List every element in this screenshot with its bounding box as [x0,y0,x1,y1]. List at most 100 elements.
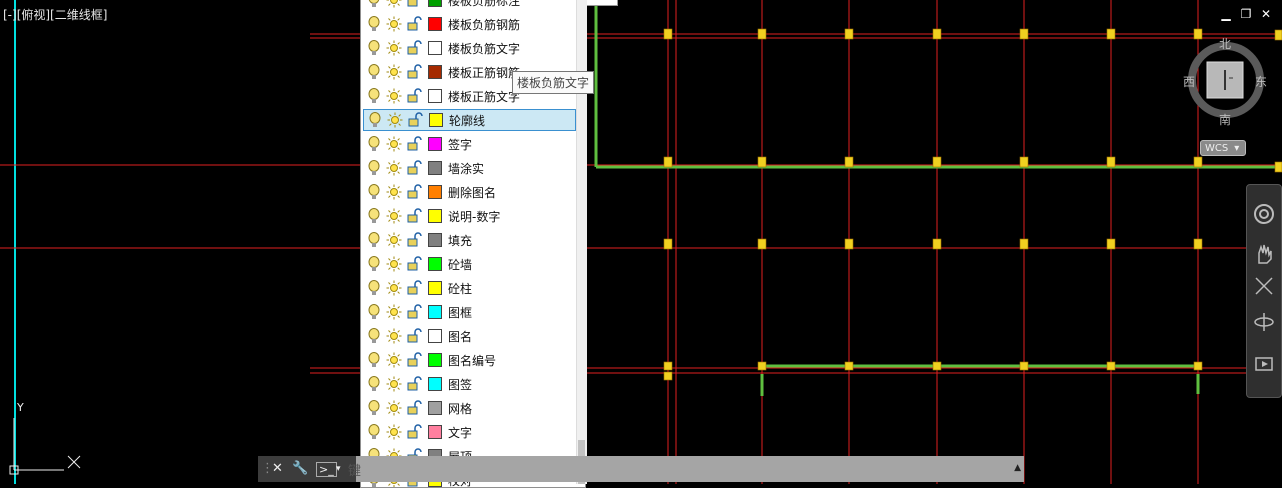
pan-hand-icon[interactable] [1253,243,1275,265]
column-mark[interactable] [664,372,672,380]
compass-south[interactable]: 南 [1219,111,1231,128]
lightbulb-icon[interactable] [365,423,383,441]
column-mark[interactable] [664,157,672,167]
column-mark[interactable] [1194,362,1202,370]
lightbulb-icon[interactable] [365,183,383,201]
layer-item[interactable]: 填充 [363,229,576,251]
compass-east[interactable]: 东 [1255,73,1267,90]
layer-item[interactable]: 轮廓线 [363,109,576,131]
command-input[interactable]: 键 [348,460,361,479]
command-prompt-icon[interactable]: >_ [316,462,337,477]
orbit-icon[interactable] [1253,311,1275,333]
unlock-icon[interactable] [405,375,423,393]
column-mark[interactable] [664,239,672,249]
layer-item[interactable]: 删除图名 [363,181,576,203]
showmotion-icon[interactable] [1253,353,1275,375]
sun-icon[interactable] [385,327,403,345]
layer-color-swatch[interactable] [428,353,442,367]
sun-icon[interactable] [385,0,403,9]
column-mark[interactable] [845,362,853,370]
layer-color-swatch[interactable] [428,281,442,295]
unlock-icon[interactable] [405,279,423,297]
column-mark[interactable] [1107,29,1115,39]
lightbulb-icon[interactable] [365,63,383,81]
lightbulb-icon[interactable] [365,231,383,249]
lightbulb-icon[interactable] [365,135,383,153]
column-mark[interactable] [1275,30,1282,40]
layer-item[interactable]: 网格 [363,397,576,419]
sun-icon[interactable] [385,279,403,297]
column-mark[interactable] [845,239,853,249]
sun-icon[interactable] [385,423,403,441]
unlock-icon[interactable] [405,135,423,153]
layer-color-swatch[interactable] [428,209,442,223]
unlock-icon[interactable] [405,87,423,105]
layer-color-swatch[interactable] [429,113,443,127]
layer-color-swatch[interactable] [428,161,442,175]
layer-item[interactable]: 图签 [363,373,576,395]
layer-item[interactable]: 图框 [363,301,576,323]
unlock-icon[interactable] [405,159,423,177]
unlock-icon[interactable] [406,111,424,129]
chevron-up-icon[interactable]: ▲ [1014,463,1021,473]
sun-icon[interactable] [385,255,403,273]
column-mark[interactable] [845,29,853,39]
layer-item[interactable]: 楼板负筋文字 [363,37,576,59]
lightbulb-icon[interactable] [365,303,383,321]
layer-color-swatch[interactable] [428,137,442,151]
unlock-icon[interactable] [405,63,423,81]
compass-west[interactable]: 西 [1183,73,1195,90]
sun-icon[interactable] [385,399,403,417]
column-mark[interactable] [1107,239,1115,249]
unlock-icon[interactable] [405,423,423,441]
column-mark[interactable] [758,239,766,249]
column-mark[interactable] [664,29,672,39]
layer-color-swatch[interactable] [428,41,442,55]
column-mark[interactable] [1020,157,1028,167]
lightbulb-icon[interactable] [365,15,383,33]
column-mark[interactable] [1275,162,1282,172]
unlock-icon[interactable] [405,303,423,321]
column-mark[interactable] [758,362,766,370]
layer-item[interactable]: 楼板负筋标注 [363,0,576,11]
layer-color-swatch[interactable] [428,17,442,31]
column-mark[interactable] [1194,157,1202,167]
lightbulb-icon[interactable] [365,375,383,393]
column-mark[interactable] [933,239,941,249]
sun-icon[interactable] [385,87,403,105]
sun-icon[interactable] [385,159,403,177]
column-mark[interactable] [1194,29,1202,39]
command-line[interactable]: ⋮ ✕ 🔧 >_ ▾ 键 ▲ [258,456,1024,482]
layer-color-swatch[interactable] [428,305,442,319]
column-mark[interactable] [1020,362,1028,370]
layer-item[interactable]: 说明-数字 [363,205,576,227]
drawing-canvas[interactable] [0,0,1282,484]
steering-wheel-icon[interactable] [1253,203,1275,225]
layer-color-swatch[interactable] [428,89,442,103]
close-button[interactable]: ✕ [1260,7,1272,21]
lightbulb-icon[interactable] [365,327,383,345]
minimize-button[interactable]: ▁ [1220,7,1232,21]
column-mark[interactable] [1107,362,1115,370]
layer-item[interactable]: 图名 [363,325,576,347]
layer-item[interactable]: 签字 [363,133,576,155]
layer-color-swatch[interactable] [428,185,442,199]
layer-color-swatch[interactable] [428,401,442,415]
lightbulb-icon[interactable] [365,39,383,57]
column-mark[interactable] [933,29,941,39]
layer-color-swatch[interactable] [428,329,442,343]
layer-color-swatch[interactable] [428,425,442,439]
layer-item[interactable]: 砼墙 [363,253,576,275]
sun-icon[interactable] [385,63,403,81]
column-mark[interactable] [933,157,941,167]
lightbulb-icon[interactable] [365,399,383,417]
column-mark[interactable] [1020,239,1028,249]
column-mark[interactable] [664,362,672,370]
unlock-icon[interactable] [405,399,423,417]
layer-color-swatch[interactable] [428,233,442,247]
lightbulb-icon[interactable] [365,279,383,297]
sun-icon[interactable] [386,111,404,129]
lightbulb-icon[interactable] [365,159,383,177]
wcs-dropdown[interactable]: WCS▾ [1200,140,1246,156]
sun-icon[interactable] [385,351,403,369]
